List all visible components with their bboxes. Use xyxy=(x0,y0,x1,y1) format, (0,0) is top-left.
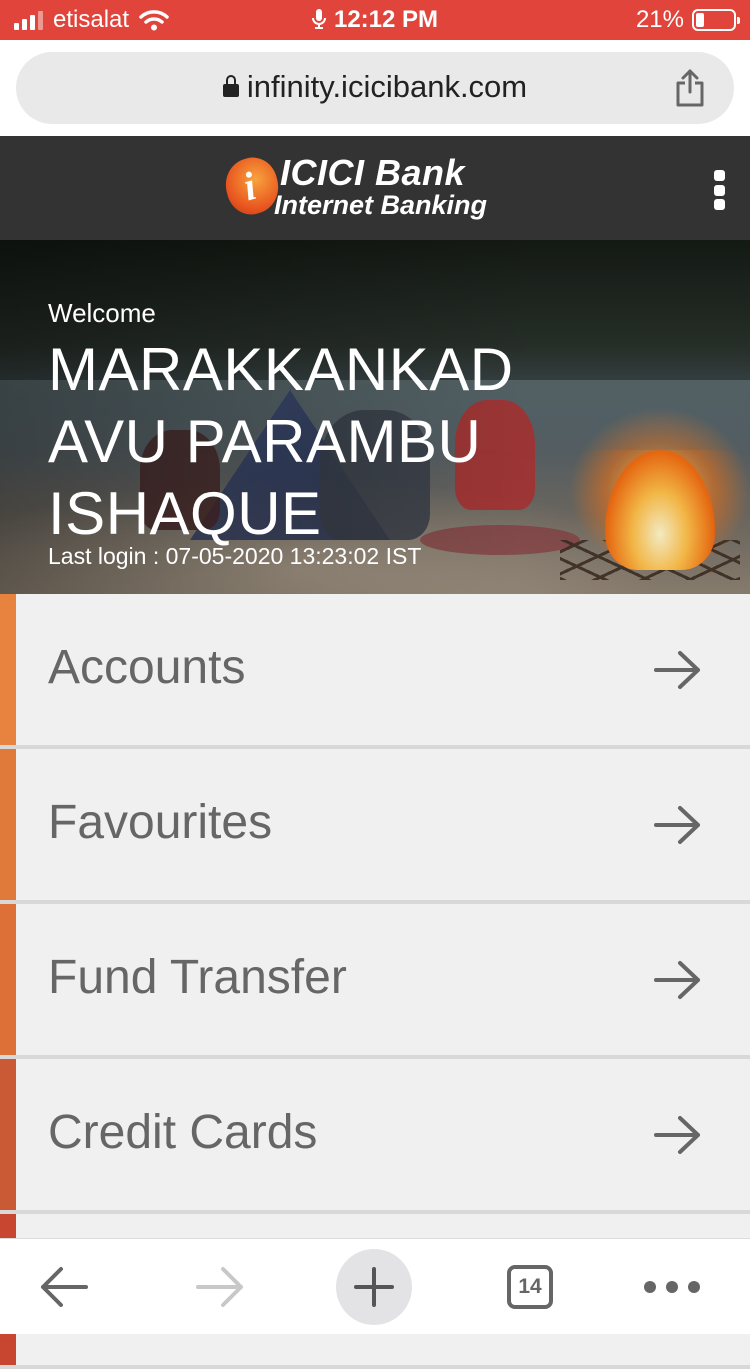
more-options-icon[interactable] xyxy=(632,1239,712,1335)
url-text: infinity.icicibank.com xyxy=(246,69,528,104)
battery-percent: 21% xyxy=(635,6,684,33)
welcome-label: Welcome xyxy=(48,298,156,328)
menu-item-fund-transfer[interactable]: Fund Transfer xyxy=(0,904,750,1059)
browser-toolbar: 14 xyxy=(0,1238,750,1334)
menu-accent-bar xyxy=(0,904,16,1055)
menu-item-favourites[interactable]: Favourites xyxy=(0,749,750,904)
site-header: ICICI Bank Internet Banking xyxy=(0,136,750,240)
arrow-right-icon xyxy=(654,961,700,999)
status-bar: etisalat 12:12 PM 21% xyxy=(0,0,750,40)
menu-item-label: Favourites xyxy=(48,796,273,849)
forward-button[interactable] xyxy=(180,1239,260,1335)
arrow-right-icon xyxy=(196,1267,243,1307)
customer-name: MARAKKANKAD AVU PARAMBU ISHAQUE xyxy=(48,336,514,547)
microphone-icon xyxy=(311,9,326,29)
arrow-right-icon xyxy=(654,651,700,689)
arrow-right-icon xyxy=(654,806,700,844)
welcome-banner: Welcome MARAKKANKAD AVU PARAMBU ISHAQUE … xyxy=(0,240,750,594)
last-login: Last login : 07-05-2020 13:23:02 IST xyxy=(48,543,422,569)
menu-item-label: Fund Transfer xyxy=(48,951,347,1004)
menu-accent-bar xyxy=(0,749,16,900)
back-button[interactable] xyxy=(24,1239,104,1335)
battery-icon xyxy=(692,9,740,31)
menu-item-accounts[interactable]: Accounts xyxy=(0,594,750,749)
tab-switcher-button[interactable]: 14 xyxy=(490,1239,570,1335)
browser-url-area: infinity.icicibank.com xyxy=(0,40,750,136)
status-right: 21% xyxy=(635,6,740,34)
menu-accent-bar xyxy=(0,1059,16,1210)
kebab-menu-icon[interactable] xyxy=(712,170,726,210)
new-tab-button[interactable] xyxy=(336,1239,412,1335)
tab-count: 14 xyxy=(507,1265,553,1309)
share-icon[interactable] xyxy=(674,68,706,108)
menu-item-label: Credit Cards xyxy=(48,1106,318,1159)
arrow-left-icon xyxy=(41,1267,88,1307)
logo-subtitle: Internet Banking xyxy=(274,190,488,220)
logo-brand: ICICI Bank xyxy=(280,152,466,193)
clock: 12:12 PM xyxy=(333,6,439,33)
address-bar[interactable]: infinity.icicibank.com xyxy=(16,52,734,124)
url-display[interactable]: infinity.icicibank.com xyxy=(16,69,734,105)
lock-icon xyxy=(222,75,239,97)
plus-icon xyxy=(354,1267,394,1307)
menu-item-label: Accounts xyxy=(48,641,246,694)
icici-logo[interactable]: ICICI Bank Internet Banking xyxy=(219,148,526,226)
menu-accent-bar xyxy=(0,594,16,745)
menu-item-credit-cards[interactable]: Credit Cards xyxy=(0,1059,750,1214)
arrow-right-icon xyxy=(654,1116,700,1154)
